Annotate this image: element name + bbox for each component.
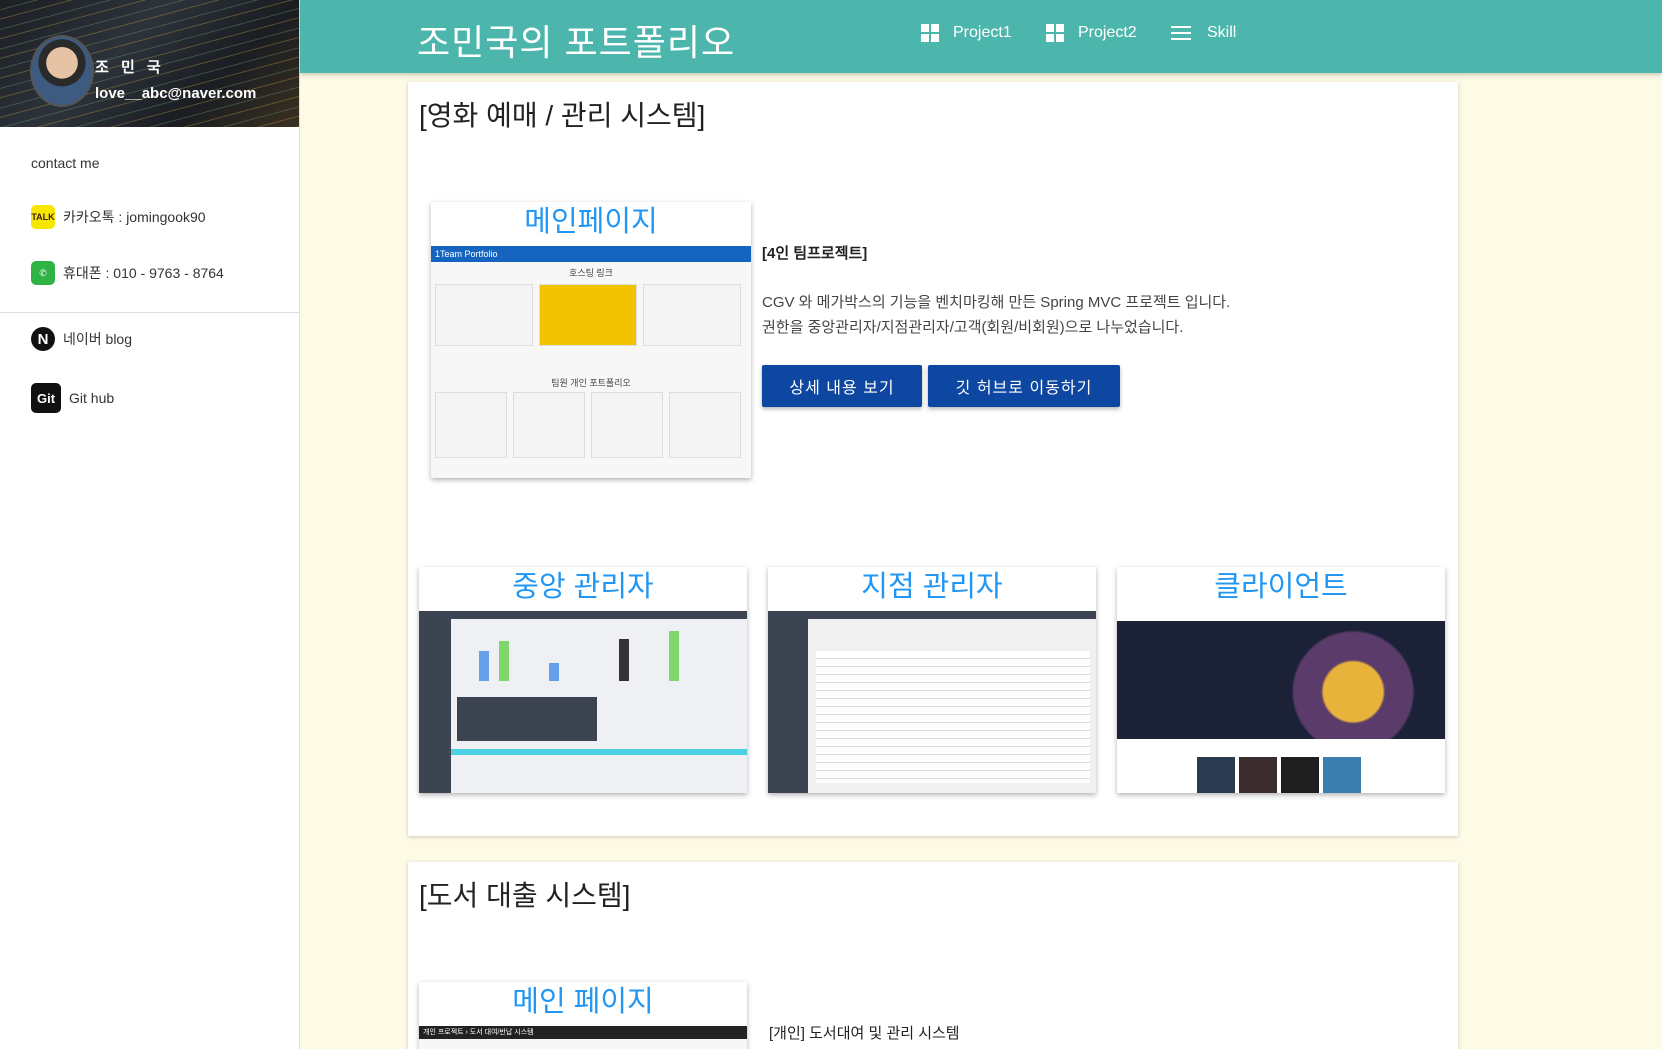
grid-icon	[1046, 24, 1064, 42]
project1-description-2: 권한을 중앙관리자/지점관리자/고객(회원/비회원)으로 나누었습니다.	[762, 319, 1184, 336]
project1-subtitle: [4인 팀프로젝트]	[762, 245, 868, 262]
detail-button[interactable]: 상세 내용 보기	[762, 365, 922, 407]
project2-main-image: 개인 프로젝트 › 도서 대여/반납 시스템	[419, 1026, 747, 1049]
mock-thumb	[435, 284, 533, 346]
avatar	[30, 35, 94, 107]
mock-thumb	[669, 392, 741, 458]
sidebar-item-label: 휴대폰 : 010 - 9763 - 8764	[63, 265, 224, 281]
main-page-image: 1Team Portfolio 호스팅 링크 팀원 개인 포트폴리오	[431, 246, 751, 478]
whatsapp-phone-icon: ✆	[31, 261, 55, 285]
nav-project1[interactable]: Project1	[921, 24, 1012, 42]
kakaotalk-icon: TALK	[31, 205, 55, 229]
mock-thumb	[435, 392, 507, 458]
mock-header-bar: 1Team Portfolio	[431, 246, 751, 262]
shot-label: 지점 관리자	[861, 571, 1003, 603]
sidebar-item-phone[interactable]: ✆ 휴대폰 : 010 - 9763 - 8764	[31, 261, 224, 285]
shot-label: 클라이언트	[1214, 571, 1348, 603]
client-shot[interactable]: 클라이언트	[1117, 567, 1445, 793]
sidebar-item-label: 카카오톡 : jomingook90	[63, 209, 206, 225]
nav-project2[interactable]: Project2	[1046, 24, 1137, 42]
mock-thumb	[591, 392, 663, 458]
sidebar-item-label: Git hub	[69, 390, 115, 406]
sidebar-item-label: 네이버 blog	[63, 331, 132, 347]
project2-subtitle: [개인] 도서대여 및 관리 시스템	[769, 1025, 960, 1042]
naver-icon: N	[31, 327, 55, 351]
nav-label: Project2	[1078, 24, 1137, 41]
sidebar-item-naver-blog[interactable]: N 네이버 blog	[31, 327, 132, 351]
shot-label: 메인 페이지	[512, 986, 654, 1018]
sidebar-item-kakaotalk[interactable]: TALK 카카오톡 : jomingook90	[31, 205, 206, 229]
sidebar: 조 민 국 love__abc@naver.com contact me TAL…	[0, 0, 300, 1049]
central-admin-shot[interactable]: 중앙 관리자	[419, 567, 747, 793]
central-admin-image	[419, 611, 747, 793]
project2-card: [도서 대출 시스템] 메인 페이지 개인 프로젝트 › 도서 대여/반납 시스…	[408, 862, 1458, 1049]
contact-title: contact me	[31, 155, 100, 171]
site-title[interactable]: 조민국의 포트폴리오	[417, 14, 735, 66]
mock-hosting-label: 호스팅 링크	[569, 268, 613, 278]
project2-main-shot[interactable]: 메인 페이지 개인 프로젝트 › 도서 대여/반납 시스템	[419, 982, 747, 1049]
github-button[interactable]: 깃 허브로 이동하기	[928, 365, 1120, 407]
project1-main-shot[interactable]: 메인페이지 1Team Portfolio 호스팅 링크 팀원 개인 포트폴리오	[431, 202, 751, 478]
grid-icon	[921, 24, 939, 42]
nav-skill[interactable]: Skill	[1171, 24, 1236, 42]
profile-name: 조 민 국	[95, 59, 165, 76]
github-icon: Git	[31, 383, 61, 413]
sidebar-item-github[interactable]: Git Git hub	[31, 383, 114, 413]
mock-thumb	[539, 284, 637, 346]
list-icon	[1171, 26, 1191, 40]
project1-card: [영화 예매 / 관리 시스템] 메인페이지 1Team Portfolio 호…	[408, 82, 1458, 836]
nav-label: Skill	[1207, 24, 1237, 41]
mock-header-bar: 개인 프로젝트 › 도서 대여/반납 시스템	[419, 1026, 747, 1039]
divider	[0, 312, 300, 313]
profile-banner: 조 민 국 love__abc@naver.com	[0, 0, 299, 127]
shot-label: 중앙 관리자	[512, 571, 654, 603]
project1-description-1: CGV 와 메가박스의 기능을 벤치마킹해 만든 Spring MVC 프로젝트…	[762, 294, 1231, 311]
branch-admin-image	[768, 611, 1096, 793]
shot-label: 메인페이지	[524, 206, 658, 238]
branch-admin-shot[interactable]: 지점 관리자	[768, 567, 1096, 793]
mock-members-label: 팀원 개인 포트폴리오	[551, 378, 631, 388]
client-image	[1117, 611, 1445, 793]
profile-email: love__abc@naver.com	[95, 85, 257, 102]
project1-title: [영화 예매 / 관리 시스템]	[419, 100, 706, 131]
nav-label: Project1	[953, 24, 1012, 41]
mock-thumb	[643, 284, 741, 346]
top-navbar: 조민국의 포트폴리오 Project1 Project2 Skill	[300, 0, 1662, 73]
mock-thumb	[513, 392, 585, 458]
project2-title: [도서 대출 시스템]	[419, 880, 631, 911]
